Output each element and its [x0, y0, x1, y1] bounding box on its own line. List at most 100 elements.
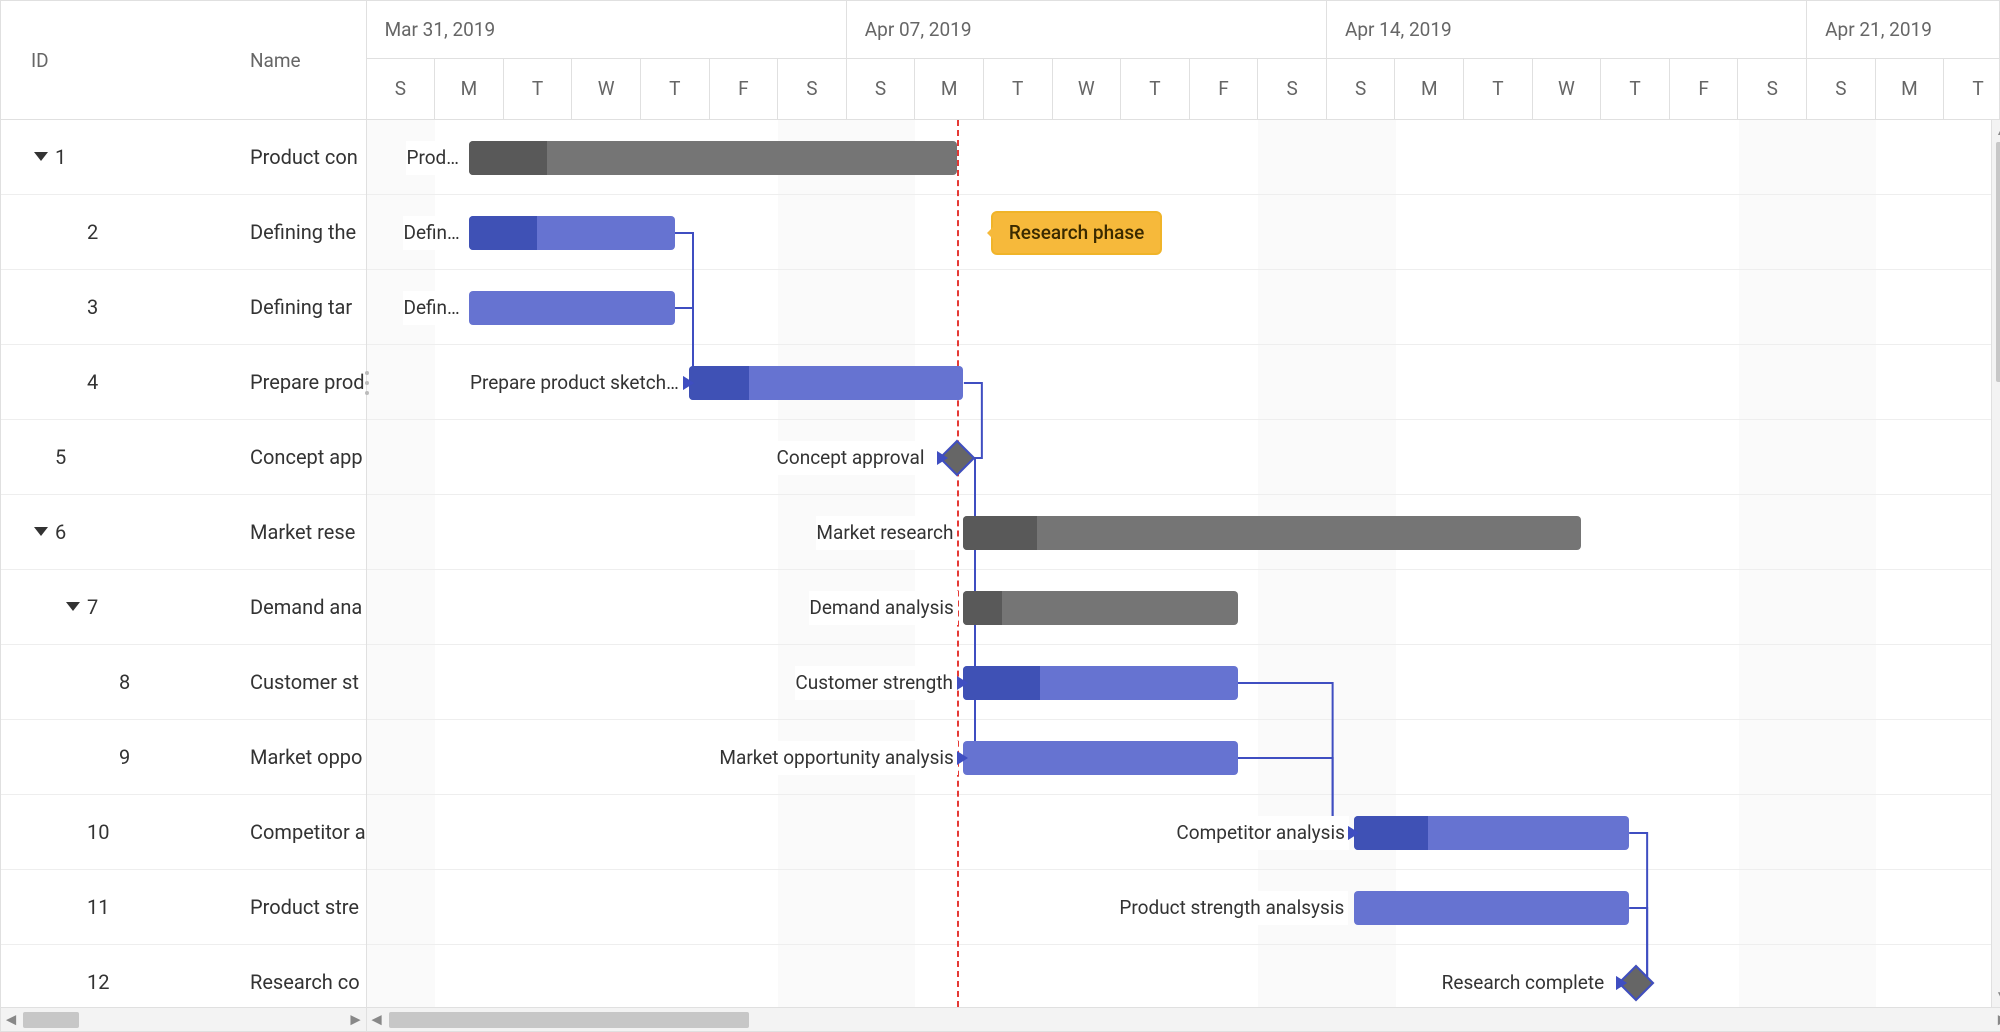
task-id: 6: [55, 520, 66, 544]
column-header-name[interactable]: Name: [236, 49, 366, 72]
day-header: T: [984, 59, 1053, 119]
timeline-horizontal-scrollbar[interactable]: ◄ ►: [367, 1007, 2000, 1031]
grid-row[interactable]: 5Concept app: [1, 420, 366, 495]
grid-row[interactable]: 9Market oppo: [1, 720, 366, 795]
connector-arrow-icon: [957, 751, 968, 765]
task-name: Product stre: [236, 895, 366, 919]
grid-row[interactable]: 6 Market rese: [1, 495, 366, 570]
scrollbar-thumb[interactable]: [389, 1012, 749, 1028]
task-id: 4: [87, 370, 98, 394]
cell-id: 9: [1, 745, 236, 769]
timeline-week-row: Mar 31, 2019Apr 07, 2019Apr 14, 2019Apr …: [367, 1, 2000, 58]
scroll-right-icon[interactable]: ►: [348, 1012, 364, 1028]
day-header: S: [1327, 59, 1396, 119]
task-name: Market oppo: [236, 745, 366, 769]
connector-arrow-icon: [957, 676, 968, 690]
task-id: 2: [87, 220, 98, 244]
day-header: S: [1807, 59, 1876, 119]
task-id: 12: [87, 970, 109, 994]
grid-header: ID Name: [1, 1, 366, 120]
chart-body[interactable]: ProdDefinDefinPrepare product sketchConc…: [367, 120, 2000, 1007]
grid-row[interactable]: 10Competitor a: [1, 795, 366, 870]
summary-taskbar[interactable]: [963, 516, 1580, 550]
cell-id: 1: [1, 145, 236, 169]
chart-row: [367, 945, 2000, 1007]
day-header: M: [1876, 59, 1945, 119]
day-header: F: [710, 59, 779, 119]
taskbar[interactable]: [469, 291, 675, 325]
grid-row[interactable]: 3Defining tar: [1, 270, 366, 345]
timeline-day-row: SMTWTFSSMTWTFSSMTWTFSSMT: [367, 58, 2000, 119]
week-header: Mar 31, 2019: [367, 1, 847, 58]
expand-collapse-icon[interactable]: [33, 524, 49, 540]
task-id: 3: [87, 295, 98, 319]
day-header: S: [778, 59, 847, 119]
expand-collapse-icon[interactable]: [65, 599, 81, 615]
task-id: 1: [55, 145, 66, 169]
progress-indicator: [963, 591, 1001, 625]
day-header: F: [1670, 59, 1739, 119]
day-header: F: [1190, 59, 1259, 119]
cell-id: 6: [1, 520, 236, 544]
task-name: Market rese: [236, 520, 366, 544]
progress-indicator: [469, 141, 547, 175]
taskbar[interactable]: [1354, 891, 1628, 925]
summary-taskbar[interactable]: [469, 141, 956, 175]
scroll-up-icon[interactable]: ▲: [1995, 122, 2000, 138]
day-header: T: [1601, 59, 1670, 119]
day-header: M: [1395, 59, 1464, 119]
grid-row[interactable]: 8Customer st: [1, 645, 366, 720]
task-name: Product con: [236, 145, 366, 169]
grid-row[interactable]: 2Defining the: [1, 195, 366, 270]
scrollbar-thumb[interactable]: [23, 1012, 79, 1028]
grid-row[interactable]: 7Demand ana: [1, 570, 366, 645]
task-name: Research co: [236, 970, 366, 994]
cell-id: 11: [1, 895, 236, 919]
taskbar[interactable]: [689, 366, 963, 400]
connector-arrow-icon: [937, 451, 948, 465]
progress-indicator: [963, 666, 1040, 700]
today-indicator: [957, 120, 959, 1007]
grid-row[interactable]: 12 Research co: [1, 945, 366, 1007]
day-header: T: [1944, 59, 2000, 119]
timeline-vertical-scrollbar[interactable]: ▲ ▼: [1991, 120, 2000, 1007]
grid-row[interactable]: 4 Prepare prod: [1, 345, 366, 420]
grid-row[interactable]: 11Product stre: [1, 870, 366, 945]
connector-arrow-icon: [683, 376, 694, 390]
grid-horizontal-scrollbar[interactable]: ◄ ►: [1, 1007, 366, 1031]
progress-indicator: [469, 216, 537, 250]
grid-row[interactable]: 1 Product con: [1, 120, 366, 195]
cell-id: 7: [1, 595, 236, 619]
scrollbar-thumb[interactable]: [1996, 142, 2000, 382]
grid-panel: ID Name 1 Product con 2Defining the3Defini…: [1, 1, 367, 1031]
scroll-left-icon[interactable]: ◄: [369, 1012, 385, 1028]
task-name: Prepare prod: [236, 370, 366, 394]
cell-id: 4: [1, 370, 236, 394]
splitter-handle[interactable]: [361, 371, 373, 395]
scroll-right-icon[interactable]: ►: [1995, 1012, 2000, 1028]
day-header: S: [1738, 59, 1807, 119]
summary-taskbar[interactable]: [963, 591, 1237, 625]
week-header: Apr 14, 2019: [1327, 1, 1807, 58]
column-header-id[interactable]: ID: [1, 49, 236, 72]
day-header: T: [641, 59, 710, 119]
taskbar[interactable]: [963, 741, 1237, 775]
event-marker[interactable]: Research phase: [991, 211, 1163, 255]
taskbar[interactable]: [469, 216, 675, 250]
week-header: Apr 21, 2019: [1807, 1, 2000, 58]
progress-indicator: [1354, 816, 1428, 850]
cell-id: 2: [1, 220, 236, 244]
progress-indicator: [689, 366, 749, 400]
timeline-header: Mar 31, 2019Apr 07, 2019Apr 14, 2019Apr …: [367, 1, 2000, 120]
expand-collapse-icon[interactable]: [33, 149, 49, 165]
scroll-left-icon[interactable]: ◄: [3, 1012, 19, 1028]
timeline-panel: Mar 31, 2019Apr 07, 2019Apr 14, 2019Apr …: [367, 1, 2000, 1031]
taskbar-label: Prepare product sketch: [470, 366, 683, 400]
taskbar[interactable]: [963, 666, 1237, 700]
taskbar-label: Product strength analsysis: [1119, 891, 1348, 925]
day-header: W: [572, 59, 641, 119]
taskbar[interactable]: [1354, 816, 1628, 850]
scroll-down-icon[interactable]: ▼: [1995, 989, 2000, 1005]
taskbar-label: Market research: [816, 516, 957, 550]
day-header: S: [367, 59, 436, 119]
